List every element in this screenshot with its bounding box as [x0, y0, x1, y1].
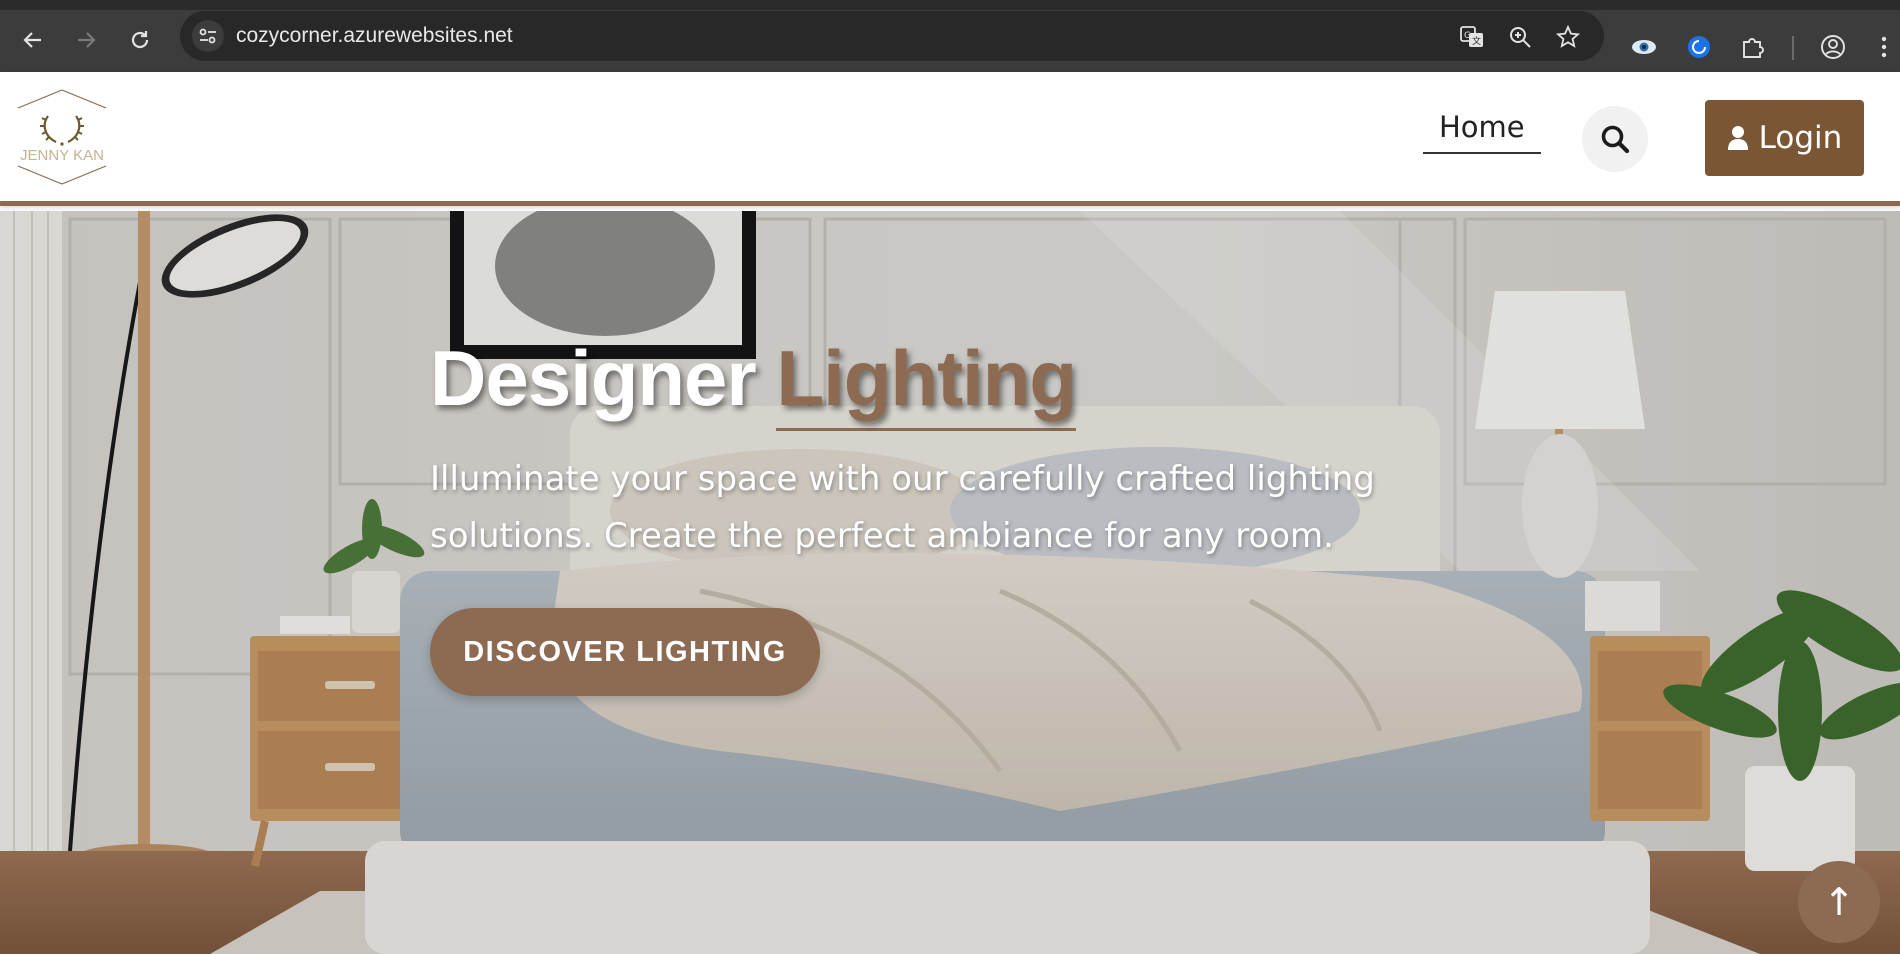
hero-section: Designer Lighting Illuminate your space … [0, 211, 1900, 954]
logo[interactable]: JENNY KAN [16, 88, 108, 186]
extensions-puzzle-icon[interactable] [1738, 32, 1768, 62]
bedroom-background-image [0, 211, 1900, 954]
search-icon [1601, 125, 1630, 154]
translate-icon[interactable]: G文 [1458, 23, 1486, 51]
site-header: JENNY KAN Home Login [0, 72, 1900, 206]
menu-kebab-icon[interactable] [1874, 32, 1894, 62]
toolbar-divider [1792, 36, 1794, 60]
reload-icon[interactable] [122, 22, 158, 58]
user-icon [1727, 126, 1748, 150]
zoom-icon[interactable] [1506, 23, 1534, 51]
hero-title-accent: Lighting [776, 333, 1077, 431]
url-text[interactable]: cozycorner.azurewebsites.net [236, 24, 513, 48]
profile-icon[interactable] [1818, 32, 1848, 62]
back-icon[interactable] [15, 22, 51, 58]
hero-subtitle: Illuminate your space with our carefully… [430, 459, 1375, 556]
login-button[interactable]: Login [1705, 100, 1864, 176]
blue-extension-icon[interactable] [1684, 32, 1714, 62]
hero-title-main: Designer [430, 334, 757, 422]
svg-text:G: G [1464, 31, 1471, 41]
nav-home-link[interactable]: Home [1423, 102, 1541, 154]
site-info-icon[interactable] [192, 20, 224, 52]
bookmark-star-icon[interactable] [1554, 23, 1582, 51]
eye-extension-icon[interactable] [1629, 32, 1659, 62]
hero-title: Designer Lighting [430, 333, 1077, 431]
discover-lighting-button[interactable]: DISCOVER LIGHTING [430, 608, 820, 696]
login-label: Login [1758, 120, 1843, 156]
arrow-up-icon: ↑ [1823, 880, 1855, 924]
back-to-top-button[interactable]: ↑ [1798, 861, 1880, 943]
svg-text:JENNY KAN: JENNY KAN [20, 147, 104, 164]
forward-icon[interactable] [68, 22, 104, 58]
address-bar[interactable]: cozycorner.azurewebsites.net G文 [180, 11, 1604, 61]
search-button[interactable] [1582, 106, 1648, 172]
svg-text:文: 文 [1472, 35, 1481, 47]
browser-toolbar: cozycorner.azurewebsites.net G文 [0, 0, 1900, 72]
